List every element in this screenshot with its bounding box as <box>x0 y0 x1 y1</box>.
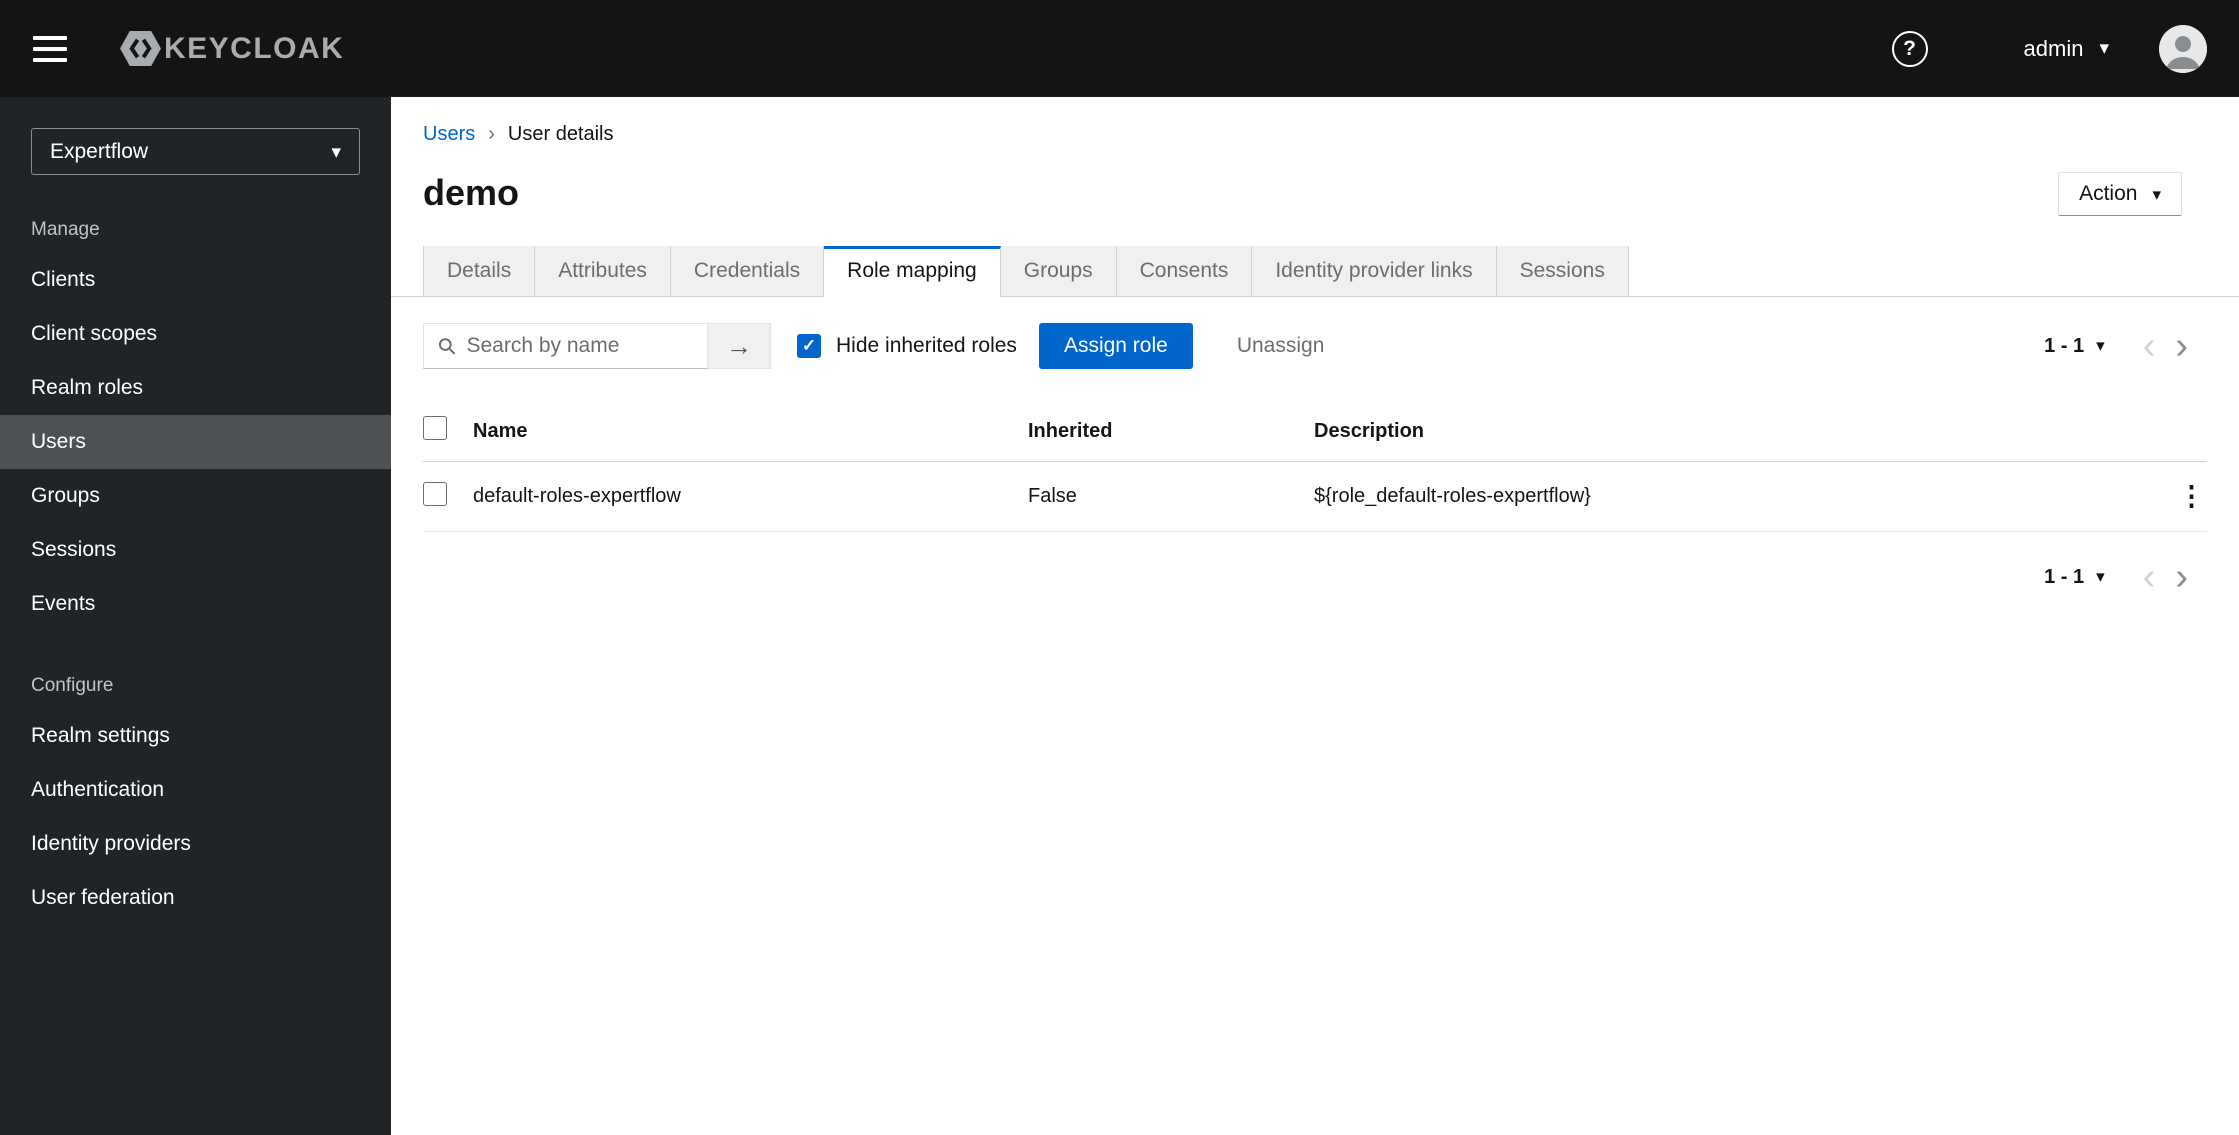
tab-identity-provider-links[interactable]: Identity provider links <box>1252 246 1497 296</box>
chevron-left-icon <box>2143 346 2156 361</box>
sidebar: Expertflow Manage Clients Client scopes … <box>0 97 391 1135</box>
column-header-name: Name <box>473 401 1028 462</box>
sidebar-item-realm-settings[interactable]: Realm settings <box>0 709 391 763</box>
pagination-top: 1 - 1 <box>2044 327 2198 365</box>
tab-attributes[interactable]: Attributes <box>535 246 671 296</box>
column-header-description: Description <box>1314 401 2157 462</box>
hamburger-icon <box>33 46 67 51</box>
search-submit-button[interactable] <box>708 323 771 369</box>
assign-role-button[interactable]: Assign role <box>1038 323 1193 369</box>
chevron-down-icon <box>2152 182 2161 206</box>
pagination-range: 1 - 1 <box>2044 565 2085 588</box>
sidebar-item-identity-providers[interactable]: Identity providers <box>0 817 391 871</box>
action-dropdown[interactable]: Action <box>2058 172 2182 216</box>
nav-list-manage: Clients Client scopes Realm roles Users … <box>0 253 391 631</box>
pagination-bottom-row: 1 - 1 <box>391 532 2239 596</box>
pagination-next-button[interactable] <box>2165 327 2198 365</box>
sidebar-item-groups[interactable]: Groups <box>0 469 391 523</box>
breadcrumb-link-users[interactable]: Users <box>423 123 475 146</box>
chevron-left-icon <box>2143 577 2156 592</box>
search-input-wrap <box>423 323 708 369</box>
column-header-inherited: Inherited <box>1028 401 1314 462</box>
user-menu[interactable]: admin <box>2024 36 2109 62</box>
action-label: Action <box>2079 182 2138 205</box>
checkbox-checked-icon <box>797 334 821 358</box>
tab-role-mapping[interactable]: Role mapping <box>824 246 1001 297</box>
search-group <box>423 323 771 369</box>
tab-groups[interactable]: Groups <box>1000 246 1117 296</box>
nav-toggle-button[interactable] <box>33 27 77 71</box>
sidebar-item-sessions[interactable]: Sessions <box>0 523 391 577</box>
pagination-prev-button[interactable] <box>2133 558 2166 596</box>
table-wrap: Name Inherited Description default-roles… <box>391 401 2239 532</box>
cell-inherited: False <box>1028 461 1314 532</box>
row-checkbox[interactable] <box>423 481 447 506</box>
tab-credentials[interactable]: Credentials <box>670 246 825 296</box>
tab-consents[interactable]: Consents <box>1116 246 1253 296</box>
pagination-bottom: 1 - 1 <box>2044 558 2198 596</box>
help-button[interactable] <box>1891 30 1928 67</box>
nav-group-label: Configure <box>31 675 114 696</box>
search-input[interactable] <box>466 334 694 358</box>
chevron-down-icon <box>2096 336 2105 356</box>
hide-inherited-roles-checkbox[interactable]: Hide inherited roles <box>797 334 1017 358</box>
masthead: KEYCLOAK admin <box>0 0 2239 97</box>
pagination-menu-toggle[interactable]: 1 - 1 <box>2044 566 2105 589</box>
sidebar-item-client-scopes[interactable]: Client scopes <box>0 307 391 361</box>
pagination-menu-toggle[interactable]: 1 - 1 <box>2044 335 2105 358</box>
keycloak-logo-icon <box>119 30 162 67</box>
chevron-down-icon <box>331 140 341 164</box>
chevron-right-icon <box>2175 346 2188 361</box>
arrow-right-icon <box>726 331 752 362</box>
help-icon <box>1903 37 1916 61</box>
chevron-down-icon <box>2099 37 2109 60</box>
sidebar-item-events[interactable]: Events <box>0 577 391 631</box>
cell-description: ${role_default-roles-expertflow} <box>1314 461 2157 532</box>
sidebar-item-realm-roles[interactable]: Realm roles <box>0 361 391 415</box>
realm-selector[interactable]: Expertflow <box>31 128 360 175</box>
table-row: default-roles-expertflow False ${role_de… <box>423 461 2207 532</box>
sidebar-item-clients[interactable]: Clients <box>0 253 391 307</box>
sidebar-item-authentication[interactable]: Authentication <box>0 763 391 817</box>
tabs: Details Attributes Credentials Role mapp… <box>391 246 2239 297</box>
nav-list-configure: Realm settings Authentication Identity p… <box>0 709 391 925</box>
roles-table: Name Inherited Description default-roles… <box>423 401 2207 532</box>
breadcrumb-separator-icon <box>488 123 495 146</box>
username: admin <box>2023 35 2084 61</box>
sidebar-item-user-federation[interactable]: User federation <box>0 871 391 925</box>
chevron-down-icon <box>2096 567 2105 587</box>
content-header: Users User details demo Action <box>391 97 2239 216</box>
title-row: demo Action <box>423 172 2182 216</box>
row-kebab-menu[interactable] <box>2178 481 2205 512</box>
checkbox-label: Hide inherited roles <box>836 334 1017 357</box>
breadcrumb: Users User details <box>423 123 2182 146</box>
search-icon <box>438 338 456 355</box>
pagination-range: 1 - 1 <box>2044 334 2085 357</box>
main-content: Users User details demo Action Details A… <box>391 97 2239 1135</box>
nav-group-configure: Configure Realm settings Authentication … <box>0 675 391 925</box>
user-avatar-icon <box>2159 24 2207 73</box>
pagination-next-button[interactable] <box>2165 558 2198 596</box>
tab-sessions[interactable]: Sessions <box>1496 246 1629 296</box>
table-header-row: Name Inherited Description <box>423 401 2207 462</box>
nav-group-label: Manage <box>31 219 100 240</box>
avatar[interactable] <box>2159 24 2207 73</box>
breadcrumb-current: User details <box>507 123 614 145</box>
brand-text: KEYCLOAK <box>164 31 345 65</box>
sidebar-item-users[interactable]: Users <box>0 415 391 469</box>
pagination-prev-button[interactable] <box>2133 327 2166 365</box>
unassign-button[interactable]: Unassign <box>1237 334 1325 358</box>
page-title: demo <box>423 172 520 213</box>
toolbar: Hide inherited roles Assign role Unassig… <box>391 297 2239 369</box>
nav-group-manage: Manage Clients Client scopes Realm roles… <box>0 219 391 631</box>
tab-details[interactable]: Details <box>423 246 536 296</box>
select-all-checkbox[interactable] <box>423 416 447 440</box>
kebab-icon <box>2178 493 2205 508</box>
cell-role-name: default-roles-expertflow <box>473 461 1028 532</box>
brand-logo[interactable]: KEYCLOAK <box>119 30 344 67</box>
chevron-right-icon <box>2175 577 2188 592</box>
realm-name: Expertflow <box>50 139 149 163</box>
column-header-actions <box>2157 401 2207 462</box>
